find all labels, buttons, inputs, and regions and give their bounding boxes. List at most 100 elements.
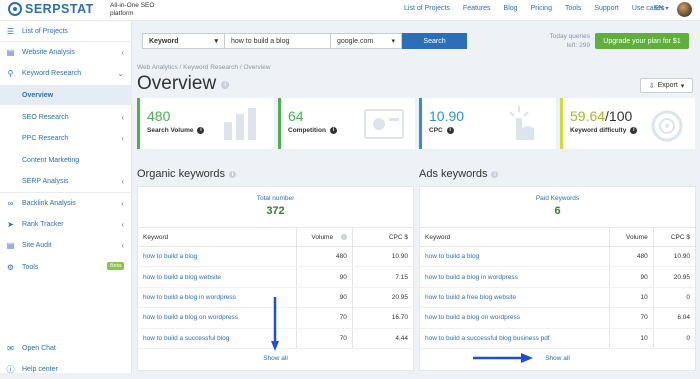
upgrade-button[interactable]: Upgrade your plan for $1 — [595, 33, 689, 49]
info-icon[interactable]: i — [340, 233, 347, 240]
sidebar-item-website-analysis[interactable]: ▤ Website Analysis ‹ — [0, 42, 132, 62]
volume-cell: 90 — [296, 266, 353, 288]
volume-cell: 70 — [296, 328, 353, 349]
chevron-left-icon: ‹ — [121, 219, 124, 229]
column-header-volume[interactable]: Volume i — [296, 227, 353, 247]
sidebar-item-label: Backlink Analysis — [22, 199, 76, 207]
nav-tools[interactable]: Tools — [565, 5, 581, 12]
card-cpc: 10.90 CPC i — [419, 98, 556, 149]
key-icon: ⚲ — [7, 68, 14, 78]
keyword-link[interactable]: how to build a blog website — [143, 274, 221, 281]
difficulty-max: /100 — [605, 108, 633, 124]
chevron-left-icon: ‹ — [121, 47, 124, 57]
nav-blog[interactable]: Blog — [504, 5, 518, 12]
nav-list-of-projects[interactable]: List of Projects — [404, 5, 450, 12]
audit-icon: ▤ — [6, 240, 15, 250]
list-icon: ☰ — [6, 26, 15, 36]
sidebar-item-overview[interactable]: Overview — [0, 85, 132, 105]
serpstat-logo[interactable]: SERPSTAT — [8, 2, 94, 16]
keyword-link[interactable]: how to build a blog — [425, 253, 479, 260]
sidebar-item-label: Content Marketing — [22, 156, 80, 164]
sidebar-item-serp-analysis[interactable]: SERP Analysis ‹ — [0, 171, 132, 191]
ads-total-value: 6 — [554, 205, 561, 217]
sidebar-item-seo-research[interactable]: SEO Research ‹ — [0, 107, 132, 127]
language-selector[interactable]: EN — [654, 5, 668, 12]
keyword-link[interactable]: how to build a blog — [143, 253, 197, 260]
info-icon[interactable]: i — [329, 127, 337, 134]
download-icon: ⇩ — [648, 82, 655, 90]
column-header-cpc[interactable]: CPC $ — [652, 227, 695, 247]
search-engine-select[interactable]: google.com ▾ — [331, 33, 402, 49]
table-header-row: Keyword Volume CPC $ — [420, 227, 695, 247]
card-label-text: Competition — [288, 127, 326, 135]
chevron-down-icon: ▾ — [214, 38, 218, 45]
sidebar-item-keyword-research[interactable]: ⚲ Keyword Research ⌄ — [0, 63, 132, 83]
search-type-select[interactable]: Keyword ▾ — [142, 33, 225, 49]
table-row: how to build a blog in wordpress 90 20.9… — [420, 266, 695, 288]
keyword-link[interactable]: how to build a blog on wordpress — [143, 314, 238, 321]
volume-cell: 70 — [296, 307, 353, 329]
chevron-left-icon: ‹ — [121, 198, 124, 208]
cpc-cell: 20.95 — [652, 266, 695, 288]
info-icon[interactable]: i — [446, 127, 454, 134]
search-input[interactable]: how to build a blog — [225, 33, 331, 49]
chevron-left-icon: ‹ — [121, 176, 124, 186]
ads-total-label: Paid Keywords — [535, 195, 580, 202]
info-icon[interactable]: i — [630, 127, 638, 134]
chevron-down-icon: ▾ — [391, 38, 395, 45]
ads-show-all-link[interactable]: Show all — [420, 355, 695, 362]
open-chat-button[interactable]: ✉ Open Chat — [0, 338, 132, 358]
column-header-cpc[interactable]: CPC $ — [351, 227, 413, 247]
sidebar-item-label: Tools — [22, 263, 39, 271]
sidebar-item-tools[interactable]: ⚙ Tools Beta — [0, 257, 132, 277]
help-center-link[interactable]: ⓘ Help center — [0, 359, 132, 379]
card-label: Search Volume i — [147, 127, 205, 134]
card-label: CPC i — [429, 127, 454, 134]
queries-left: left: 299 — [566, 42, 590, 49]
info-icon[interactable]: i — [229, 171, 237, 178]
nav-features[interactable]: Features — [463, 5, 491, 12]
search-button[interactable]: Search — [402, 33, 467, 49]
sidebar-item-ppc-research[interactable]: PPC Research ‹ — [0, 128, 132, 148]
info-icon[interactable]: i — [221, 81, 230, 89]
info-icon[interactable]: i — [197, 127, 205, 134]
sidebar-item-label: List of Projects — [22, 27, 68, 35]
card-value: 480 — [147, 108, 171, 124]
card-label-text: CPC — [429, 127, 443, 135]
sidebar-item-backlink-analysis[interactable]: ∞ Backlink Analysis ‹ — [0, 193, 132, 213]
help-center-label: Help center — [22, 365, 58, 373]
card-label-text: Keyword difficulty — [570, 127, 627, 135]
keyword-link[interactable]: how to build a blog in wordpress — [143, 294, 236, 301]
sidebar-item-label: PPC Research — [22, 134, 69, 142]
column-header-volume[interactable]: Volume — [608, 227, 654, 247]
sidebar-item-list-of-projects[interactable]: ☰ List of Projects — [0, 21, 132, 41]
cpc-cell: 20.95 — [351, 287, 413, 309]
export-button[interactable]: ⇩ Export ▾ — [640, 78, 693, 93]
sidebar-item-label: Website Analysis — [22, 48, 75, 56]
organic-total-label: Total number — [256, 195, 295, 202]
sidebar-item-site-audit[interactable]: ▤ Site Audit ‹ — [0, 235, 132, 255]
organic-keywords-title: Organic keywords i — [137, 168, 237, 180]
nav-support[interactable]: Support — [594, 5, 619, 12]
keyword-link[interactable]: how to build a free blog website — [425, 294, 516, 301]
sidebar-item-rank-tracker[interactable]: ➤ Rank Tracker ‹ — [0, 214, 132, 234]
column-header-keyword[interactable]: Keyword — [420, 227, 610, 247]
card-label: Keyword difficulty i — [570, 127, 638, 135]
chevron-left-icon: ‹ — [121, 112, 124, 122]
top-nav: List of Projects Features Blog Pricing T… — [404, 5, 665, 12]
nav-pricing[interactable]: Pricing — [531, 5, 552, 12]
sidebar-item-content-marketing[interactable]: Content Marketing — [0, 150, 132, 170]
down-arrow-annotation-icon — [271, 297, 279, 351]
column-header-keyword[interactable]: Keyword — [138, 227, 297, 247]
avatar[interactable] — [677, 2, 692, 17]
keyword-link[interactable]: how to build a successful blog business … — [425, 335, 550, 342]
ads-title-text: Ads keywords — [419, 168, 488, 180]
keyword-link[interactable]: how to build a blog on wordpress — [425, 314, 520, 321]
keyword-link[interactable]: how to build a successful blog — [143, 335, 229, 342]
keyword-link[interactable]: how to build a blog in wordpress — [425, 274, 518, 281]
sidebar-item-label: Site Audit — [22, 241, 52, 249]
organic-show-all-link[interactable]: Show all — [138, 355, 413, 362]
search-bar: Keyword ▾ how to build a blog google.com… — [142, 33, 467, 49]
breadcrumb[interactable]: Web Analytics / Keyword Research / Overv… — [137, 64, 271, 71]
info-icon[interactable]: i — [491, 171, 499, 178]
